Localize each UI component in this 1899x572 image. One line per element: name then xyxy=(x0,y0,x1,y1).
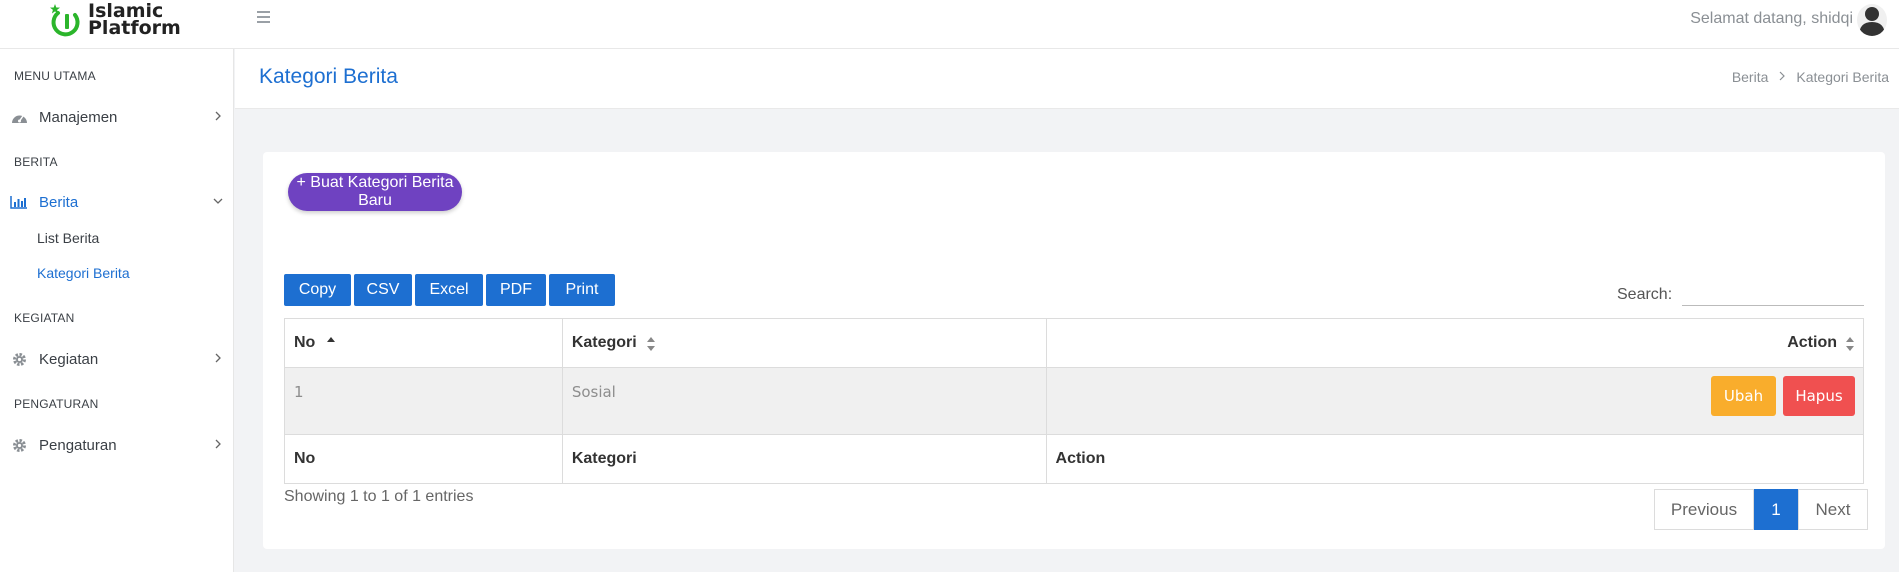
column-footer-kategori: Kategori xyxy=(561,434,1047,484)
table-footer-row: No Kategori Action xyxy=(284,434,1865,484)
sidebar-item-kegiatan[interactable]: Kegiatan xyxy=(10,347,225,371)
cell-action: Ubah Hapus xyxy=(1045,367,1865,435)
breadcrumb-item-berita[interactable]: Berita xyxy=(1732,69,1769,85)
breadcrumb-item-kategori-berita: Kategori Berita xyxy=(1796,69,1889,85)
column-header-label: Kategori xyxy=(571,334,637,351)
gear-icon xyxy=(10,437,28,453)
sidebar-section-kegiatan: KEGIATAN xyxy=(14,311,75,325)
column-header-kategori[interactable]: Kategori xyxy=(561,318,1047,368)
search-label: Search: xyxy=(1617,286,1673,303)
user-icon xyxy=(1859,7,1885,36)
column-header-label: No xyxy=(294,334,316,351)
chevron-right-icon xyxy=(211,437,225,451)
sidebar-item-pengaturan[interactable]: Pengaturan xyxy=(10,433,225,457)
logo-text: Islamic Platform xyxy=(88,2,181,39)
sidebar: MENU UTAMA Manajemen BERITA Berita List … xyxy=(0,49,234,572)
previous-button[interactable]: Previous xyxy=(1654,489,1754,530)
column-footer-action: Action xyxy=(1045,434,1865,484)
sidebar-item-berita[interactable]: Berita xyxy=(10,190,225,214)
column-header-no[interactable]: No xyxy=(284,318,563,368)
cell-no: 1 xyxy=(284,367,563,435)
bar-chart-icon xyxy=(10,194,28,210)
content-card: + Buat Kategori Berita Baru Copy CSV Exc… xyxy=(263,152,1885,549)
gear-icon xyxy=(10,351,28,367)
next-button[interactable]: Next xyxy=(1798,489,1868,530)
column-header-action[interactable]: Action xyxy=(1045,318,1865,368)
sidebar-section-berita: BERITA xyxy=(14,155,58,169)
sidebar-item-label: Manajemen xyxy=(39,108,118,126)
delete-button[interactable]: Hapus xyxy=(1783,376,1855,416)
pdf-button[interactable]: PDF xyxy=(486,274,546,306)
category-table: No Kategori Action 1 Sosial Ubah Hapus N… xyxy=(284,318,1865,484)
sidebar-subitem-list-berita[interactable]: List Berita xyxy=(37,230,99,246)
table-header-row: No Kategori Action xyxy=(284,318,1865,368)
create-category-button[interactable]: + Buat Kategori Berita Baru xyxy=(288,173,462,211)
column-footer-no: No xyxy=(284,434,563,484)
edit-button[interactable]: Ubah xyxy=(1711,376,1776,416)
dashboard-icon xyxy=(10,109,28,125)
sidebar-item-manajemen[interactable]: Manajemen xyxy=(10,105,225,129)
table-row: 1 Sosial Ubah Hapus xyxy=(284,367,1865,435)
sidebar-item-label: Pengaturan xyxy=(39,436,117,454)
page-header: Kategori Berita Berita Kategori Berita xyxy=(235,49,1899,109)
menu-toggle-icon[interactable] xyxy=(257,11,270,26)
logo[interactable]: Islamic Platform xyxy=(48,2,181,39)
chevron-right-icon xyxy=(211,109,225,123)
chevron-right-icon xyxy=(211,351,225,365)
excel-button[interactable]: Excel xyxy=(415,274,483,306)
sort-asc-icon xyxy=(326,336,336,352)
copy-button[interactable]: Copy xyxy=(284,274,351,306)
table-info: Showing 1 to 1 of 1 entries xyxy=(284,488,474,505)
csv-button[interactable]: CSV xyxy=(354,274,412,306)
pagination: Previous 1 Next xyxy=(1654,489,1868,530)
logo-line-2: Platform xyxy=(88,17,181,39)
column-header-label: Action xyxy=(1787,334,1837,351)
sort-icon xyxy=(1845,336,1855,352)
sidebar-item-label: Berita xyxy=(39,193,79,211)
cell-kategori: Sosial xyxy=(561,367,1047,435)
avatar[interactable] xyxy=(1857,4,1887,36)
page-title: Kategori Berita xyxy=(259,65,398,88)
sidebar-section-menu-utama: MENU UTAMA xyxy=(14,69,96,83)
chevron-down-icon xyxy=(211,194,225,208)
welcome-text: Selamat datang, shidqi xyxy=(1690,10,1853,27)
sidebar-item-label: Kegiatan xyxy=(39,350,99,368)
page-1-button[interactable]: 1 xyxy=(1754,489,1798,530)
search-input[interactable] xyxy=(1682,280,1864,306)
export-buttons: Copy CSV Excel PDF Print xyxy=(284,274,618,306)
logo-mark-icon xyxy=(48,3,82,37)
breadcrumb: Berita Kategori Berita xyxy=(1732,69,1889,85)
sort-icon xyxy=(646,336,656,352)
sidebar-subitem-kategori-berita[interactable]: Kategori Berita xyxy=(37,265,130,281)
sidebar-section-pengaturan: PENGATURAN xyxy=(14,397,99,411)
top-bar: Islamic Platform Selamat datang, shidqi xyxy=(0,0,1899,49)
chevron-right-icon xyxy=(1777,69,1787,85)
print-button[interactable]: Print xyxy=(549,274,615,306)
